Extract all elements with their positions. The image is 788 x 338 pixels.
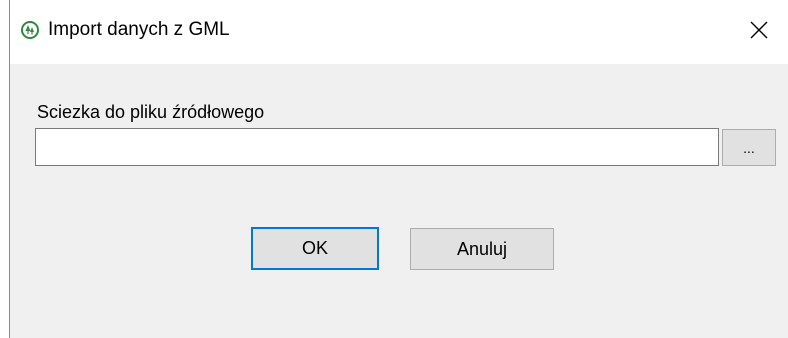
source-path-input[interactable] — [35, 128, 719, 166]
cancel-button[interactable]: Anuluj — [410, 228, 554, 270]
close-icon — [750, 21, 768, 44]
source-path-label: Sciezka do pliku źródłowego — [37, 102, 265, 122]
window-title: Import danych z GML — [48, 19, 230, 40]
close-button[interactable] — [730, 0, 788, 64]
import-gml-dialog: Import danych z GML Sciezka do pliku źró… — [9, 0, 788, 338]
app-tree-logo-icon — [21, 21, 39, 39]
title-bar[interactable]: Import danych z GML — [10, 0, 788, 64]
ok-button[interactable]: OK — [251, 227, 379, 270]
browse-button[interactable]: ... — [722, 129, 776, 166]
